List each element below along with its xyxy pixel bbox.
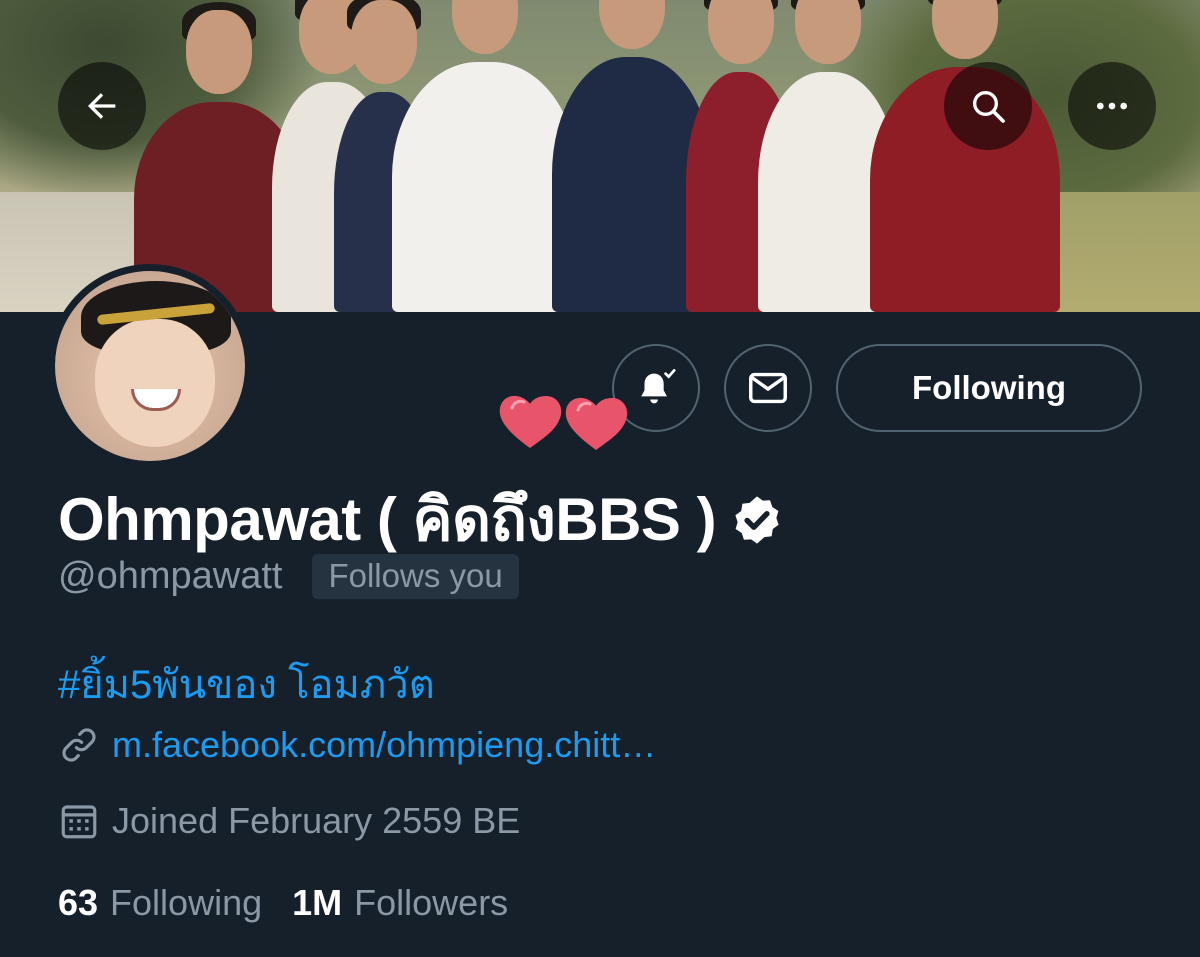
follows-you-badge: Follows you [312, 554, 519, 599]
display-name-text: Ohmpawat ( คิดถึงBBS ) [58, 486, 717, 553]
profile-link-row: m.facebook.com/ohmpieng.chitt… [58, 724, 656, 766]
display-name: Ohmpawat ( คิดถึงBBS ) [58, 472, 784, 567]
bell-check-icon [641, 369, 676, 404]
envelope-icon [749, 372, 787, 404]
following-stat[interactable]: 63 Following [58, 882, 262, 924]
following-button[interactable]: Following [836, 344, 1142, 432]
link-icon [62, 728, 96, 762]
back-button[interactable] [58, 62, 146, 150]
arrow-left-icon [88, 93, 116, 119]
search-icon [973, 91, 1005, 123]
avatar[interactable] [48, 264, 252, 468]
following-count: 63 [58, 882, 99, 923]
search-button[interactable] [944, 62, 1032, 150]
follow-stats: 63 Following 1M Followers [58, 882, 508, 924]
bio-hashtag[interactable]: #ยิ้ม5พันของ โอมภวัต [58, 652, 435, 716]
followers-label: Followers [354, 882, 509, 923]
more-dots-icon [1097, 102, 1127, 110]
calendar-icon [61, 805, 97, 839]
handle-row: @ohmpawatt Follows you [58, 554, 519, 599]
more-button[interactable] [1068, 62, 1156, 150]
message-button[interactable] [724, 344, 812, 432]
joined-row: Joined February 2559 BE [58, 800, 520, 842]
profile-link[interactable]: m.facebook.com/ohmpieng.chitt… [112, 724, 656, 766]
followers-stat[interactable]: 1M Followers [292, 882, 508, 924]
banner-person [392, 0, 578, 312]
hearts-sticker [499, 395, 628, 450]
handle: @ohmpawatt [58, 555, 283, 597]
following-label: Following [110, 882, 263, 923]
followers-count: 1M [292, 882, 343, 923]
joined-date: Joined February 2559 BE [112, 800, 521, 841]
profile-banner[interactable] [0, 0, 1200, 312]
verified-badge-icon [735, 495, 779, 544]
